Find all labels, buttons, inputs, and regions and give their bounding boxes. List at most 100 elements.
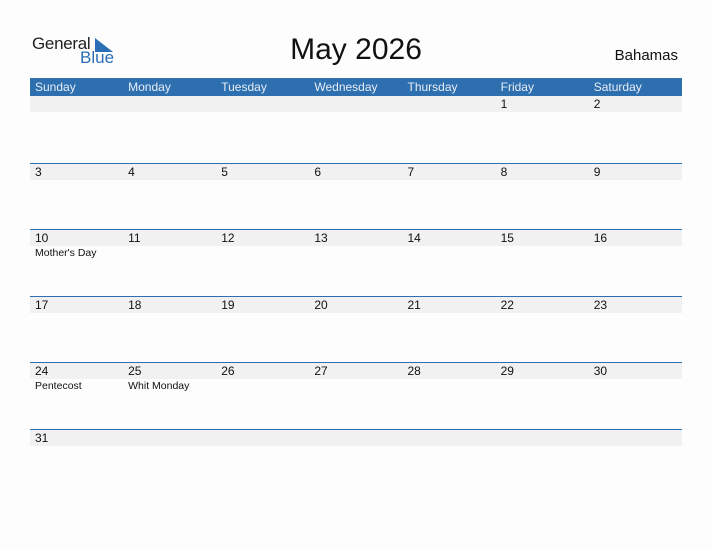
day-number (35, 96, 123, 112)
holiday-label: Mother's Day (35, 247, 97, 260)
day-number: 9 (593, 164, 601, 179)
day-cell: 25 Whit Monday (123, 363, 216, 393)
day-number: 29 (500, 364, 514, 379)
day-cell: 4 (123, 164, 216, 180)
weekday-wednesday: Wednesday (314, 80, 378, 94)
country-label: Bahamas (614, 47, 678, 64)
day-number: 28 (407, 364, 421, 379)
day-cell: 28 (403, 363, 496, 393)
day-cell: 30 (589, 363, 682, 393)
day-cell (403, 430, 496, 446)
day-number: 21 (407, 297, 421, 312)
day-number (314, 430, 402, 446)
day-number: 6 (314, 164, 322, 179)
day-cell (589, 430, 682, 446)
day-cell: 22 (496, 297, 589, 313)
day-number: 4 (128, 164, 135, 179)
day-cell: 7 (403, 164, 496, 180)
weekday-friday: Friday (500, 80, 534, 94)
day-cell: 13 (309, 230, 402, 260)
day-number (501, 430, 589, 446)
day-number: 18 (128, 297, 142, 312)
day-cell: 31 (30, 430, 123, 446)
day-cell: 17 (30, 297, 123, 313)
day-cell: 3 (30, 164, 123, 180)
day-cell: 8 (496, 164, 589, 180)
day-number: 2 (593, 97, 601, 111)
day-cell (216, 430, 309, 446)
day-cell: 16 (589, 230, 682, 260)
weekday-monday: Monday (128, 80, 171, 94)
day-cell (496, 430, 589, 446)
day-number: 24 (35, 364, 49, 379)
day-cell: 6 (309, 164, 402, 180)
day-cell: 1 (496, 96, 589, 112)
day-cell (123, 430, 216, 446)
week-row: 10 Mother's Day 11 12 13 14 15 16 (30, 229, 682, 296)
day-cell (216, 96, 309, 112)
week-row: 3 4 5 6 7 8 9 (30, 162, 682, 230)
page-title: May 2026 (290, 33, 422, 66)
day-cell: 26 (216, 363, 309, 393)
day-number (221, 430, 309, 446)
day-number: 13 (314, 231, 328, 246)
day-cell: 27 (309, 363, 402, 393)
weekday-saturday: Saturday (593, 80, 642, 94)
day-number: 5 (221, 164, 228, 179)
day-cell (30, 96, 123, 112)
week-row: 12 (30, 96, 682, 163)
day-cell: 5 (216, 164, 309, 180)
day-cell: 12 (216, 230, 309, 260)
day-cell: 11 (123, 230, 216, 260)
day-number (221, 96, 309, 112)
day-number: 26 (221, 364, 235, 379)
day-cell: 21 (403, 297, 496, 313)
day-number: 30 (593, 364, 608, 379)
week-row: 24 Pentecost 25 Whit Monday 26 27 28 29 30 (30, 362, 682, 429)
day-cell: 23 (589, 297, 682, 313)
day-number: 23 (593, 297, 608, 312)
calendar: Sunday Monday Tuesday Wednesday Thursday Frid… (30, 78, 682, 496)
day-number: 15 (500, 231, 514, 246)
day-number: 1 (500, 97, 508, 111)
day-cell: 20 (309, 297, 402, 313)
weekday-sunday: Sunday (35, 80, 76, 94)
day-number (408, 430, 496, 446)
day-number: 14 (407, 231, 421, 246)
day-number (408, 96, 496, 112)
day-number: 11 (128, 231, 141, 246)
day-cell (403, 96, 496, 112)
day-number: 7 (407, 164, 415, 179)
day-cell: 14 (403, 230, 496, 260)
weekday-header: Sunday Monday Tuesday Wednesday Thursday Frid… (30, 78, 682, 96)
holiday-label: Whit Monday (128, 380, 190, 393)
weekday-thursday: Thursday (407, 80, 458, 94)
day-cell (309, 96, 402, 112)
day-number: 17 (35, 297, 49, 312)
day-number (314, 96, 402, 112)
day-cell (123, 96, 216, 112)
weekday-tuesday: Tuesday (221, 80, 267, 94)
week-row: 17 18 19 20 21 22 23 (30, 295, 682, 363)
day-number: 19 (221, 297, 235, 312)
day-cell: 24 Pentecost (30, 363, 123, 393)
day-number: 8 (500, 164, 508, 179)
day-cell: 15 (496, 230, 589, 260)
day-cell: 18 (123, 297, 216, 313)
week-row: 31 (30, 428, 682, 496)
day-number: 10 (35, 231, 49, 246)
day-number: 22 (500, 297, 514, 312)
holiday-label: Pentecost (35, 380, 82, 393)
day-number: 20 (314, 297, 328, 312)
day-number: 31 (35, 430, 49, 445)
calendar-grid: 1 2 3 4 5 6 7 8 9 10 Mother's Day 11 12 13 14 15 16 17 18 1… (30, 96, 682, 496)
day-cell: 2 (589, 96, 682, 112)
day-cell (309, 430, 402, 446)
day-cell: 10 Mother's Day (30, 230, 123, 260)
day-number: 27 (314, 364, 328, 379)
day-number: 25 (128, 364, 142, 379)
day-cell: 19 (216, 297, 309, 313)
day-number: 12 (221, 231, 235, 246)
day-number (128, 96, 216, 112)
day-number: 3 (35, 164, 42, 179)
